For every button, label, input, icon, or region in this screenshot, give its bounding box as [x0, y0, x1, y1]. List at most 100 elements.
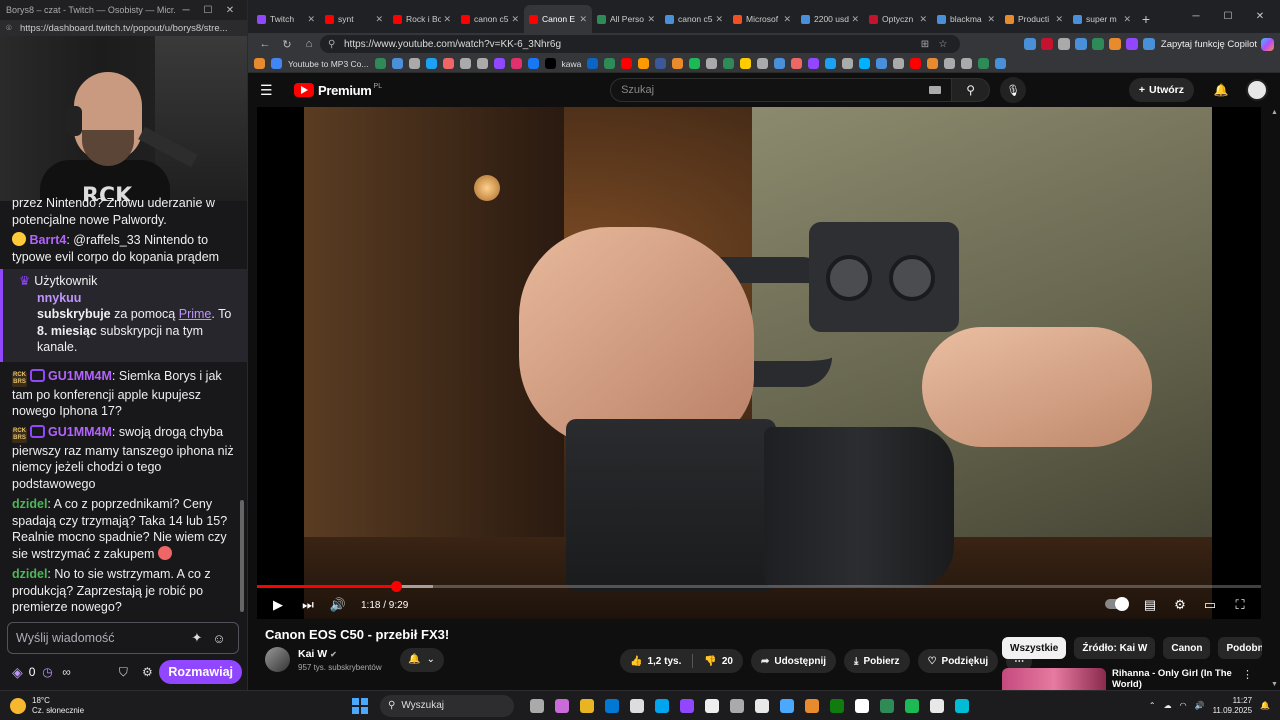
browser-tab[interactable]: All Perso ✕: [592, 5, 660, 33]
bookmark-icon[interactable]: [672, 58, 684, 69]
scroll-down-icon[interactable]: ▼: [1271, 681, 1278, 688]
maximize-icon[interactable]: ☐: [197, 5, 219, 16]
maximize-icon[interactable]: ☐: [1212, 11, 1244, 22]
taskbar-app-icon[interactable]: [830, 698, 844, 713]
browser-tab[interactable]: blackma ✕: [932, 5, 1000, 33]
next-icon[interactable]: ⏭: [293, 597, 323, 613]
subtitles-icon[interactable]: ▤: [1135, 597, 1165, 613]
bookmark-icon[interactable]: [604, 58, 616, 69]
back-icon[interactable]: ←: [254, 38, 276, 50]
prime-link[interactable]: Prime: [179, 307, 212, 321]
bookmark-icon[interactable]: [859, 58, 871, 69]
tab-close-icon[interactable]: ✕: [579, 14, 587, 25]
copilot-button[interactable]: Zapytaj funkcję Copilot: [1161, 37, 1274, 51]
taskbar-app-icon[interactable]: [705, 698, 719, 713]
sub-username[interactable]: nnykuu: [37, 291, 81, 305]
thanks-button[interactable]: ♡ Podziękuj: [917, 649, 999, 673]
bookmark-icon[interactable]: [621, 58, 633, 69]
taskbar-app-icon[interactable]: [730, 698, 744, 713]
channel-name[interactable]: Kai W ✔: [298, 648, 382, 660]
browser-tab[interactable]: 2200 usd ✕: [796, 5, 864, 33]
tab-close-icon[interactable]: ✕: [1055, 14, 1063, 25]
extension-icon[interactable]: [1142, 38, 1155, 50]
video-progress-bar[interactable]: [257, 581, 1261, 592]
bookmark-icon[interactable]: [910, 58, 922, 69]
taskbar-app-icon[interactable]: [555, 698, 569, 713]
play-icon[interactable]: ▶: [263, 597, 293, 613]
search-input[interactable]: Szukaj: [610, 78, 953, 102]
bookmark-icon[interactable]: [842, 58, 854, 69]
like-icon[interactable]: 👍: [630, 656, 642, 667]
bookmark-icon[interactable]: [825, 58, 837, 69]
browser-tab[interactable]: Optyczn ✕: [864, 5, 932, 33]
download-button[interactable]: ⤓ Pobierz: [844, 649, 910, 673]
video-player[interactable]: ▶ ⏭ 🔊 1:18 / 9:29 ▤ ⚙ ▭ ⛶: [257, 107, 1261, 619]
bookmark-icon[interactable]: [961, 58, 973, 69]
extension-icon[interactable]: [1091, 38, 1104, 50]
chat-scrollbar[interactable]: [240, 500, 244, 612]
taskbar-app-icon[interactable]: [755, 698, 769, 713]
taskbar-app-icon[interactable]: [605, 698, 619, 713]
bookmark-icon[interactable]: [927, 58, 939, 69]
extension-icon[interactable]: [1125, 38, 1138, 50]
notifications-bell-icon[interactable]: 🔔: [1206, 83, 1236, 97]
channel-points-icon[interactable]: ◈: [12, 664, 23, 681]
browser-tab[interactable]: Microsof ✕: [728, 5, 796, 33]
recommended-title[interactable]: Rihanna - Only Girl (In The World): [1112, 668, 1242, 690]
browser-tab[interactable]: Canon E ✕: [524, 5, 592, 33]
bookmark-icon[interactable]: [442, 58, 454, 69]
favorite-star-icon[interactable]: ☆: [934, 39, 952, 50]
chat-input[interactable]: Wyślij wiadomość ✦ ☺: [7, 622, 239, 654]
keyboard-icon[interactable]: [929, 86, 942, 94]
bookmark-icon[interactable]: [689, 58, 701, 69]
extension-icon[interactable]: [1108, 38, 1121, 50]
bookmark-icon[interactable]: [493, 58, 505, 69]
more-options-icon[interactable]: ⋮: [1242, 668, 1258, 690]
browser-tab[interactable]: Rock i Bo ✕: [388, 5, 456, 33]
page-scrollbar[interactable]: ▲ ▼: [1270, 107, 1280, 690]
bookmark-icon[interactable]: [655, 58, 667, 69]
minimize-icon[interactable]: ─: [175, 5, 197, 16]
taskbar-app-icon[interactable]: [780, 698, 794, 713]
taskbar-app-icon[interactable]: [530, 698, 544, 713]
site-info-icon[interactable]: ⚲: [328, 39, 344, 50]
chevron-up-icon[interactable]: ⌃: [1149, 701, 1156, 710]
extension-icon[interactable]: [1040, 38, 1053, 50]
taskbar-app-icon[interactable]: [580, 698, 594, 713]
browser-tab[interactable]: synt ✕: [320, 5, 388, 33]
dislike-icon[interactable]: 👎: [704, 656, 716, 667]
taskbar-app-icon[interactable]: [855, 698, 869, 713]
windows-start-icon[interactable]: [352, 697, 368, 714]
weather-widget[interactable]: 18°C Cz. słonecznie: [10, 696, 310, 716]
bookmark-icon[interactable]: [791, 58, 803, 69]
tab-close-icon[interactable]: ✕: [647, 14, 655, 25]
tab-close-icon[interactable]: ✕: [1123, 14, 1131, 25]
tab-close-icon[interactable]: ✕: [715, 14, 723, 25]
magic-icon[interactable]: ✦: [186, 630, 208, 646]
cloud-icon[interactable]: ☁: [1164, 701, 1172, 710]
bookmark-icon[interactable]: [425, 58, 437, 69]
new-tab-button[interactable]: +: [1136, 5, 1156, 33]
site-info-icon[interactable]: ⌾: [6, 23, 16, 34]
browser-tab[interactable]: canon c5 ✕: [456, 5, 524, 33]
bookmark-icon[interactable]: [757, 58, 769, 69]
volume-icon[interactable]: 🔊: [1195, 701, 1205, 710]
notification-bell-icon[interactable]: 🔔: [1260, 701, 1270, 710]
taskbar-app-icon[interactable]: [905, 698, 919, 713]
browser-tab[interactable]: Twitch ✕: [252, 5, 320, 33]
video-thumbnail[interactable]: [1002, 668, 1106, 690]
bookmark-icon[interactable]: [740, 58, 752, 69]
settings-gear-icon[interactable]: ⚙: [1165, 597, 1195, 613]
bookmark-icon[interactable]: [876, 58, 888, 69]
taskbar-app-icon[interactable]: [655, 698, 669, 713]
close-icon[interactable]: ✕: [219, 5, 241, 16]
bookmark-icon[interactable]: [544, 58, 556, 69]
tab-close-icon[interactable]: ✕: [307, 14, 315, 25]
minimize-icon[interactable]: ─: [1180, 11, 1212, 22]
extension-icon[interactable]: [1057, 38, 1070, 50]
volume-icon[interactable]: 🔊: [323, 597, 353, 613]
taskbar-app-icon[interactable]: [955, 698, 969, 713]
bookmark-icon[interactable]: [476, 58, 488, 69]
channel-avatar[interactable]: [265, 647, 290, 672]
chip-source[interactable]: Źródło: Kai W: [1074, 637, 1156, 659]
